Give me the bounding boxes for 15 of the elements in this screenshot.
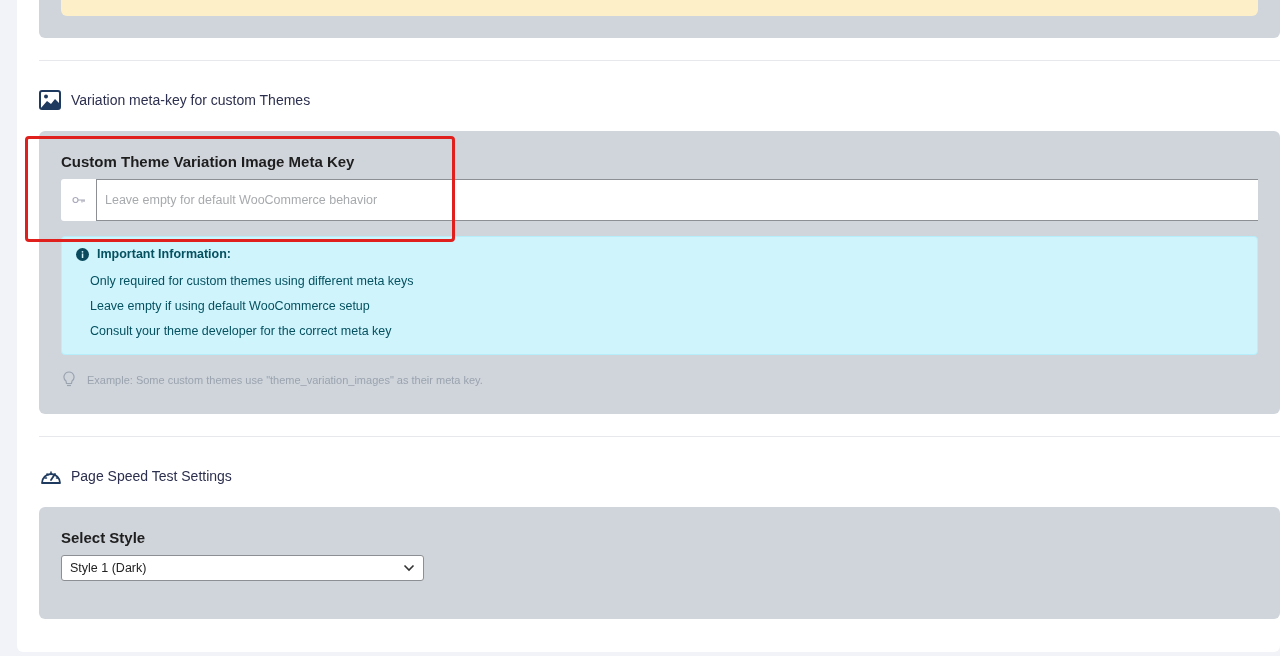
info-icon (76, 247, 89, 261)
chevron-down-icon (403, 564, 415, 572)
text-input-field[interactable]: Leave empty for default WooCommerce behavior (96, 179, 1258, 221)
field-label: Select Style (61, 529, 147, 546)
info-text: Only required for custom themes using different meta keys (89, 273, 415, 290)
info-text: Leave empty if using default WooCommerce setup (89, 298, 371, 315)
image-icon (39, 90, 63, 110)
lightbulb-icon (63, 371, 75, 388)
info-text: Consult your theme developer for the correct meta key (89, 323, 393, 340)
field-label: Custom Theme Variation Image Meta Key (61, 153, 356, 170)
section-heading: Variation meta-key for custom Themes (71, 92, 311, 108)
section-heading: Page Speed Test Settings (71, 468, 232, 484)
info-title: Important Information: (97, 247, 231, 261)
style-dropdown[interactable]: Style 1 (Dark) (61, 555, 424, 581)
key-icon (71, 196, 86, 204)
